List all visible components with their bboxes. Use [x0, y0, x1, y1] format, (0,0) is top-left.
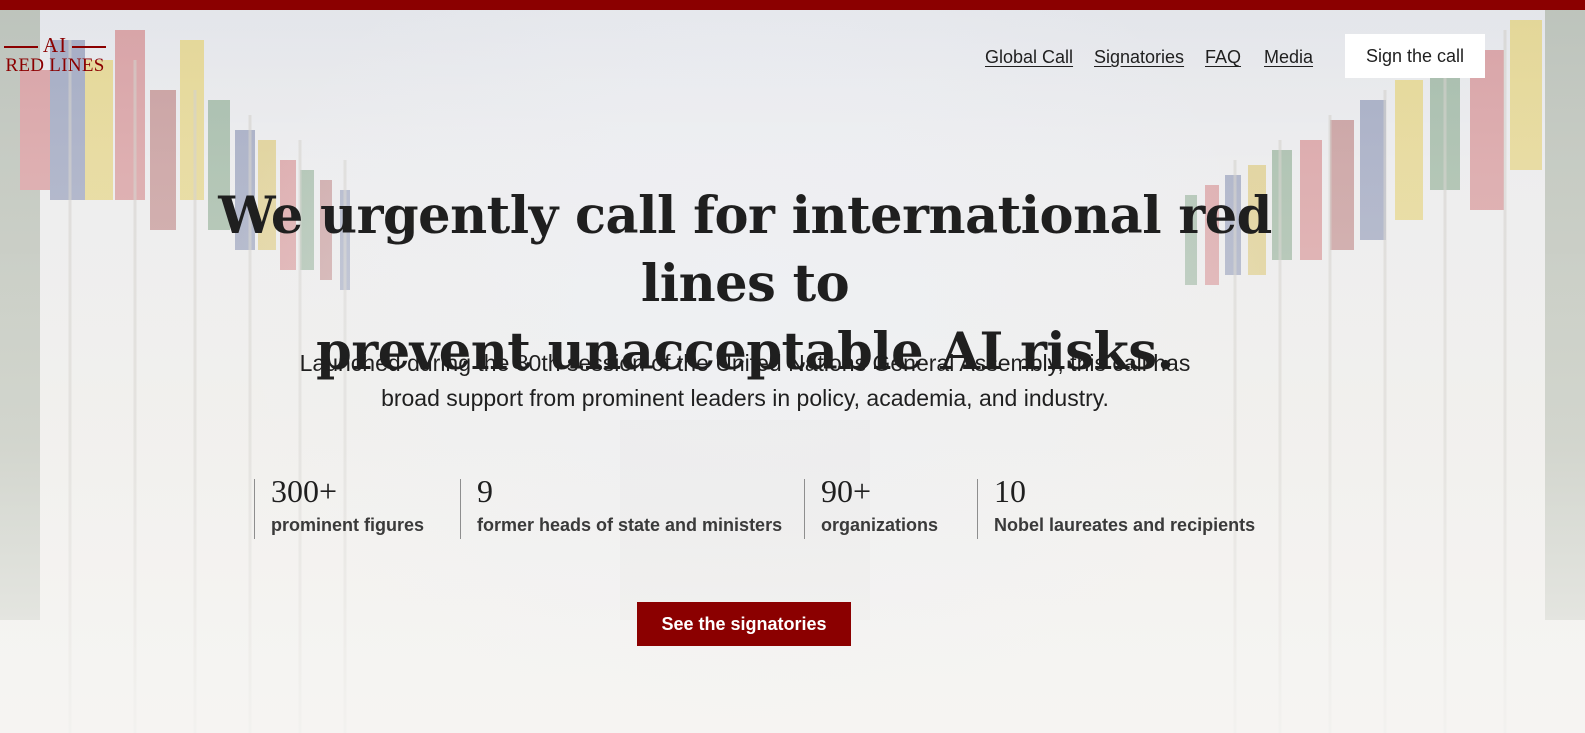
- stat-prominent-figures: 300+ prominent figures: [254, 473, 434, 539]
- stat-heads-of-state: 9 former heads of state and ministers: [460, 473, 783, 539]
- stat-value: 9: [477, 473, 493, 509]
- stat-label: former heads of state and ministers: [477, 515, 783, 535]
- hero-subtext: Launched during the 80th session of the …: [260, 346, 1230, 416]
- top-accent-bar: [0, 0, 1585, 10]
- page: AI RED LINES Global Call Signatories FAQ…: [0, 0, 1585, 733]
- nav-link-signatories[interactable]: Signatories: [1094, 45, 1184, 69]
- nav-link-global-call[interactable]: Global Call: [985, 45, 1073, 69]
- nav-link-media[interactable]: Media: [1264, 45, 1313, 69]
- stat-nobel-laureates: 10 Nobel laureates and recipients: [977, 473, 1267, 539]
- stat-value: 10: [994, 473, 1026, 509]
- stat-label: Nobel laureates and recipients: [994, 515, 1256, 535]
- stat-label: prominent figures: [271, 515, 425, 535]
- stat-value: 90+: [821, 473, 872, 509]
- stat-organizations: 90+ organizations: [804, 473, 954, 539]
- nav-link-faq[interactable]: FAQ: [1205, 45, 1241, 69]
- hero-subtext-line-1: Launched during the 80th session of the …: [299, 350, 1191, 376]
- sign-the-call-button[interactable]: Sign the call: [1345, 34, 1485, 78]
- hero-headline-line-1: We urgently call for international red l…: [218, 186, 1272, 314]
- stat-label: organizations: [821, 515, 939, 535]
- stat-value: 300+: [271, 473, 338, 509]
- see-the-signatories-button[interactable]: See the signatories: [637, 602, 851, 646]
- hero-subtext-line-2: broad support from prominent leaders in …: [381, 385, 1109, 411]
